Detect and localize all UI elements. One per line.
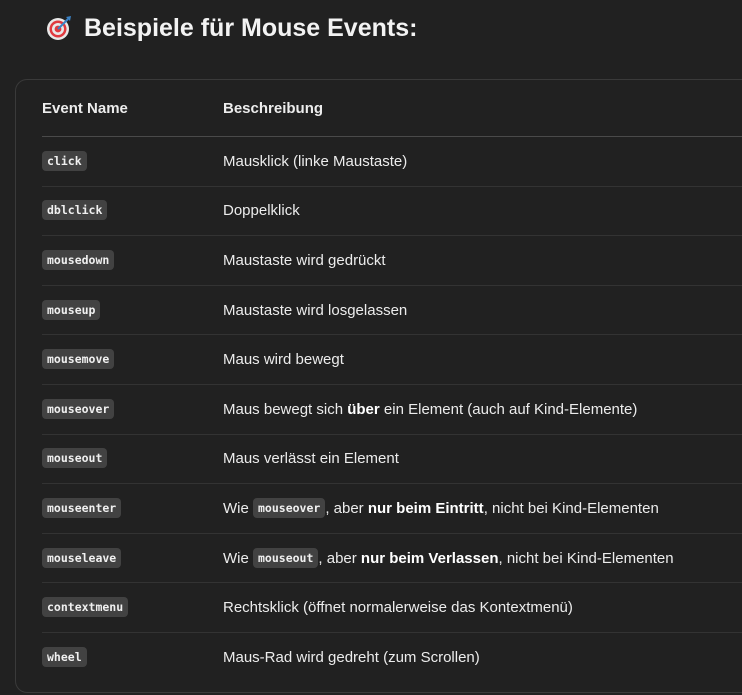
direct-hit-target-icon — [47, 16, 71, 40]
table-header-row: Event Name Beschreibung — [42, 80, 742, 137]
event-name-code: mouseenter — [42, 497, 122, 518]
event-name-cell: wheel — [42, 632, 223, 681]
header-event-name: Event Name — [42, 80, 223, 137]
description-text: , nicht bei Kind-Elementen — [483, 499, 659, 517]
header-description: Beschreibung — [223, 80, 742, 137]
table-row: mouseleave Wie mouseout, aber nur beim Ve… — [42, 533, 742, 584]
event-description-cell: Maus bewegt sich über ein Element (auch … — [223, 384, 742, 435]
event-name-code: mousemove — [42, 349, 115, 370]
event-description-cell: Wie mouseout, aber nur beim Verlassen, n… — [223, 533, 742, 584]
table-row: mouseup Maustaste wird losgelassen — [42, 285, 742, 336]
description-text: Maus wird bewegt — [223, 351, 344, 369]
page-title: Beispiele für Mouse Events: — [84, 13, 418, 42]
description-text: Doppelklick — [223, 202, 300, 220]
event-description-cell: Maus verlässt ein Element — [223, 434, 742, 485]
description-text: Wie — [223, 499, 253, 517]
event-name-code: mouseup — [42, 299, 101, 320]
event-name-code: mousedown — [42, 249, 115, 270]
event-name-cell: mousedown — [42, 235, 223, 286]
page-heading: Beispiele für Mouse Events: — [46, 10, 417, 46]
event-description-cell: Maus-Rad wird gedreht (zum Scrollen) — [223, 632, 742, 681]
event-name-cell: mouseup — [42, 285, 223, 336]
description-text: , nicht bei Kind-Elementen — [498, 549, 674, 567]
table-row: mousedown Maustaste wird gedrückt — [42, 235, 742, 286]
description-text: , aber — [318, 549, 361, 567]
event-name-code: dblclick — [42, 200, 108, 221]
description-text: , aber — [325, 499, 368, 517]
description-text: Maus bewegt sich — [223, 400, 348, 418]
event-description-cell: Rechtsklick (öffnet normalerweise das Ko… — [223, 582, 742, 633]
description-emphasis: über — [347, 400, 380, 418]
table-row: contextmenu Rechtsklick (öffnet normalerw… — [42, 582, 742, 633]
event-description-cell: Maustaste wird losgelassen — [223, 285, 742, 336]
event-name-code: mouseleave — [42, 547, 122, 568]
table-row: dblclick Doppelklick — [42, 186, 742, 237]
event-description-cell: Maustaste wird gedrückt — [223, 235, 742, 286]
description-text: Maus verlässt ein Element — [223, 450, 399, 468]
event-name-cell: click — [42, 136, 223, 187]
description-text: Maus-Rad wird gedreht (zum Scrollen) — [223, 648, 480, 666]
table-row: mouseenter Wie mouseover, aber nur beim E… — [42, 483, 742, 534]
table-row: click Mausklick (linke Maustaste) — [42, 136, 742, 187]
mouse-events-table: Event Name Beschreibung click Mausklick (… — [42, 80, 742, 682]
event-name-cell: mouseout — [42, 434, 223, 485]
event-name-cell: dblclick — [42, 186, 223, 237]
description-text: Maustaste wird gedrückt — [223, 251, 386, 269]
table-row: mouseout Maus verlässt ein Element — [42, 434, 742, 485]
event-name-code: contextmenu — [42, 597, 129, 618]
description-text: ein Element (auch auf Kind-Elemente) — [379, 400, 638, 418]
event-name-cell: mouseleave — [42, 533, 223, 584]
event-name-code: click — [42, 150, 87, 171]
description-text: Mausklick (linke Maustaste) — [223, 152, 408, 170]
table-row: mouseover Maus bewegt sich über ein Eleme… — [42, 384, 742, 435]
event-description-cell: Wie mouseover, aber nur beim Eintritt, n… — [223, 483, 742, 534]
event-name-cell: mousemove — [42, 334, 223, 385]
events-table-container: Event Name Beschreibung click Mausklick (… — [15, 79, 742, 693]
event-name-cell: mouseenter — [42, 483, 223, 534]
event-description-cell: Mausklick (linke Maustaste) — [223, 136, 742, 187]
event-name-code: mouseover — [42, 398, 115, 419]
event-name-code: wheel — [42, 646, 87, 667]
event-name-cell: contextmenu — [42, 582, 223, 633]
description-inline-code: mouseover — [253, 497, 326, 518]
event-description-cell: Doppelklick — [223, 186, 742, 237]
table-body: click Mausklick (linke Maustaste) dblclick… — [42, 136, 742, 682]
description-emphasis: nur beim Verlassen — [360, 549, 499, 567]
description-text: Rechtsklick (öffnet normalerweise das Ko… — [223, 599, 573, 617]
event-name-code: mouseout — [42, 448, 108, 469]
table-row: mousemove Maus wird bewegt — [42, 334, 742, 385]
table-row: wheel Maus-Rad wird gedreht (zum Scrollen… — [42, 632, 742, 681]
description-text: Maustaste wird losgelassen — [223, 301, 408, 319]
event-description-cell: Maus wird bewegt — [223, 334, 742, 385]
description-text: Wie — [223, 549, 253, 567]
description-emphasis: nur beim Eintritt — [367, 499, 484, 517]
description-inline-code: mouseout — [253, 547, 319, 568]
event-name-cell: mouseover — [42, 384, 223, 435]
